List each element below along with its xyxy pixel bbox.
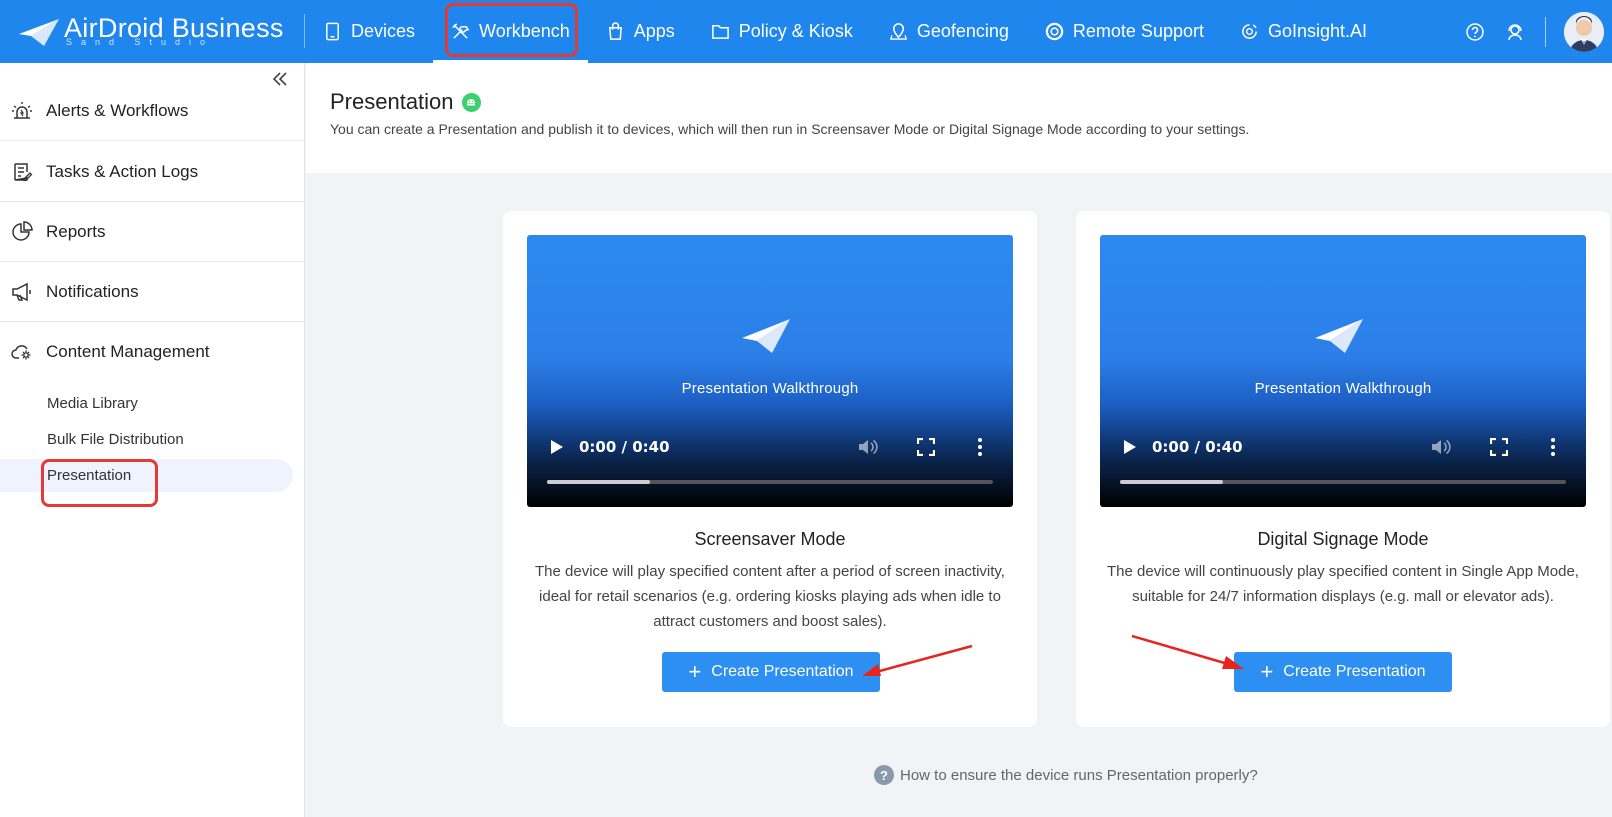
sidebar-item-label: Notifications — [46, 281, 139, 301]
nav-policy-label: Policy & Kiosk — [738, 21, 853, 41]
fullscreen-icon[interactable] — [1490, 438, 1508, 456]
create-presentation-label: Create Presentation — [1283, 663, 1426, 680]
more-options-icon[interactable] — [1550, 437, 1556, 457]
sidebar-item-notifications[interactable]: Notifications — [0, 262, 304, 322]
sidebar-subitem-media-library[interactable]: Media Library — [0, 387, 293, 420]
map-pin-icon — [889, 23, 907, 40]
megaphone-icon — [12, 282, 31, 301]
video-time: 0:00 / 0:40 — [1152, 438, 1243, 456]
create-presentation-button[interactable]: + Create Presentation — [662, 652, 880, 692]
nav-workbench[interactable]: Workbench — [433, 0, 588, 63]
sidebar-subitem-label: Bulk File Distribution — [47, 431, 184, 448]
help-link[interactable]: ? How to ensure the device runs Presenta… — [874, 765, 1258, 785]
video-controls: 0:00 / 0:40 — [527, 427, 1013, 467]
help-link-text: How to ensure the device runs Presentati… — [900, 766, 1258, 784]
nav-apps-label: Apps — [633, 21, 675, 41]
card-description: The device will continuously play specif… — [1107, 563, 1579, 605]
card-title: Digital Signage Mode — [1257, 529, 1429, 549]
nav-remote-support-label: Remote Support — [1072, 21, 1204, 41]
annotation-arrow-left — [862, 644, 973, 676]
alarm-icon — [12, 101, 32, 119]
android-icon — [461, 92, 481, 112]
top-navbar: AirDroid Business Sand Studio Devices Wo… — [0, 0, 1612, 63]
video-controls: 0:00 / 0:40 — [1100, 427, 1586, 467]
video-progress-fill — [547, 480, 650, 484]
more-options-icon[interactable] — [977, 437, 983, 457]
video-title: Presentation Walkthrough — [681, 380, 859, 397]
presentation-highlight-box — [41, 459, 158, 507]
play-icon[interactable] — [550, 439, 564, 455]
task-list-icon — [14, 162, 33, 181]
video-player[interactable]: Presentation Walkthrough 0:00 / 0:40 — [527, 235, 1013, 507]
nav-devices[interactable]: Devices — [305, 0, 433, 63]
video-player[interactable]: Presentation Walkthrough 0:00 / 0:40 — [1100, 235, 1586, 507]
sidebar: Alerts & Workflows Tasks & Action Logs R… — [0, 63, 305, 817]
sidebar-subitem-label: Media Library — [47, 395, 138, 412]
sidebar-item-label: Alerts & Workflows — [46, 100, 189, 120]
paper-plane-icon — [1315, 319, 1363, 353]
sidebar-item-content-management[interactable]: Content Management — [0, 322, 304, 382]
page-title-text: Presentation — [330, 89, 454, 114]
sidebar-item-label: Reports — [46, 221, 106, 241]
pie-chart-icon — [12, 220, 33, 241]
top-right-divider — [1545, 16, 1546, 47]
create-presentation-label: Create Presentation — [711, 663, 854, 680]
ai-brain-icon — [1242, 24, 1257, 39]
page-description: You can create a Presentation and publis… — [330, 121, 1250, 137]
fullscreen-icon[interactable] — [917, 438, 935, 456]
card-description: The device will play specified content a… — [535, 563, 1005, 630]
volume-icon[interactable] — [1430, 437, 1452, 457]
workbench-highlight-box — [445, 3, 578, 57]
sidebar-item-alerts-workflows[interactable]: Alerts & Workflows — [0, 81, 304, 141]
nav-remote-support[interactable]: Remote Support — [1027, 0, 1222, 63]
nav-goinsight-label: GoInsight.AI — [1267, 21, 1368, 41]
paper-plane-logo-icon — [19, 18, 59, 46]
help-icon[interactable] — [1465, 22, 1485, 42]
shopping-bag-icon — [608, 22, 622, 40]
video-time: 0:00 / 0:40 — [579, 438, 670, 456]
nav-policy-kiosk[interactable]: Policy & Kiosk — [693, 0, 871, 63]
sidebar-subitem-bulk-file-distribution[interactable]: Bulk File Distribution — [0, 423, 293, 456]
volume-icon[interactable] — [857, 437, 879, 457]
user-avatar[interactable] — [1564, 11, 1604, 52]
nav-goinsight[interactable]: GoInsight.AI — [1222, 0, 1385, 63]
video-progress-bar[interactable] — [1120, 480, 1566, 484]
nav-apps[interactable]: Apps — [588, 0, 693, 63]
video-progress-fill — [1120, 480, 1223, 484]
lifebuoy-icon — [1045, 22, 1064, 41]
brand-sub: Sand Studio — [66, 37, 215, 47]
question-icon: ? — [874, 765, 894, 785]
plus-icon: + — [1260, 659, 1274, 684]
card-title: Screensaver Mode — [694, 529, 846, 549]
video-title: Presentation Walkthrough — [1254, 380, 1432, 397]
main-nav: Devices Workbench Apps Policy & Kiosk Ge… — [305, 0, 1385, 63]
play-icon[interactable] — [1123, 439, 1137, 455]
folder-icon — [711, 25, 729, 39]
top-right-actions — [1445, 0, 1612, 63]
user-avatar-icon — [1564, 11, 1604, 52]
video-progress-bar[interactable] — [547, 480, 993, 484]
customer-service-icon[interactable] — [1505, 22, 1525, 42]
cloud-gear-icon — [11, 345, 31, 360]
paper-plane-icon — [742, 319, 790, 353]
annotation-arrow-right — [1131, 634, 1244, 669]
create-presentation-button[interactable]: + Create Presentation — [1234, 652, 1452, 692]
plus-icon: + — [688, 659, 702, 684]
sidebar-item-reports[interactable]: Reports — [0, 202, 304, 262]
tablet-icon — [326, 22, 339, 41]
page-header: Presentation You can create a Presentati… — [306, 63, 1612, 173]
sidebar-item-tasks-action-logs[interactable]: Tasks & Action Logs — [0, 142, 304, 202]
page-title: Presentation — [330, 89, 481, 115]
sidebar-item-label: Tasks & Action Logs — [46, 161, 199, 181]
nav-geofencing-label: Geofencing — [916, 21, 1009, 41]
nav-geofencing[interactable]: Geofencing — [871, 0, 1027, 63]
nav-devices-label: Devices — [351, 21, 416, 41]
sidebar-item-label: Content Management — [46, 342, 210, 361]
brand-logo[interactable]: AirDroid Business Sand Studio — [0, 0, 305, 63]
